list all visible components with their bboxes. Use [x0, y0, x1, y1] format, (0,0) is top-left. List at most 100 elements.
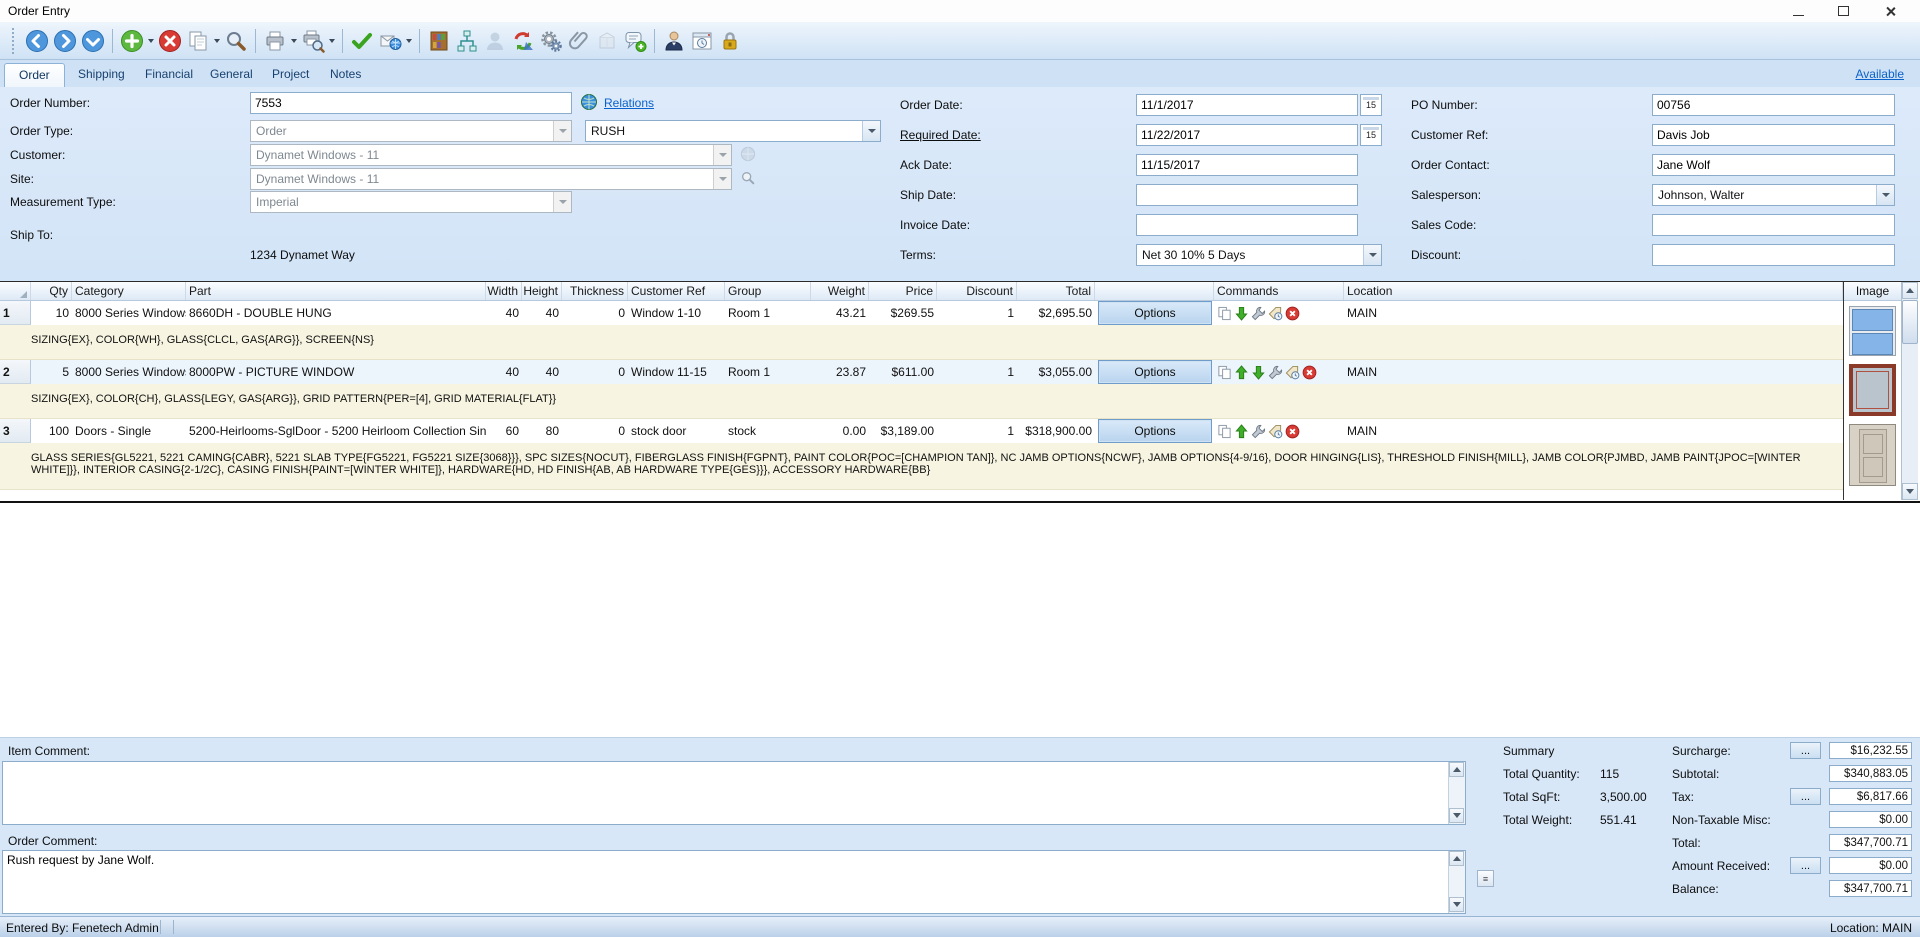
ack-date-input[interactable]	[1136, 154, 1358, 176]
options-button[interactable]: Options	[1098, 301, 1212, 325]
copy-button[interactable]	[184, 27, 212, 55]
scroll-up-button[interactable]	[1449, 762, 1464, 777]
search-button[interactable]	[222, 27, 250, 55]
add-item-button[interactable]	[118, 27, 146, 55]
tab-shipping[interactable]: Shipping	[64, 63, 139, 86]
print-button[interactable]	[261, 27, 289, 55]
row-number[interactable]: 2	[0, 360, 31, 384]
order-date-calendar-button[interactable]: 15	[1360, 94, 1382, 116]
nav-down-button[interactable]	[79, 27, 107, 55]
table-row[interactable]: 3 100 Doors - Single 5200-Heirlooms-SglD…	[0, 419, 1843, 443]
send-email-dropdown[interactable]	[404, 27, 414, 55]
tax-ellipsis-button[interactable]: ...	[1790, 788, 1821, 805]
nav-back-button[interactable]	[23, 27, 51, 55]
requote-icon[interactable]	[1268, 424, 1283, 439]
order-comment-scrollbar[interactable]	[1448, 851, 1465, 913]
col-header-width[interactable]: Width	[486, 282, 522, 300]
col-header-group[interactable]: Group	[725, 282, 811, 300]
relations-tree-button[interactable]	[453, 27, 481, 55]
order-comment-textarea[interactable]: Rush request by Jane Wolf.	[2, 850, 1466, 914]
table-row[interactable]: 2 5 8000 Series Windows 8000PW - PICTURE…	[0, 360, 1843, 384]
customer-ref-input[interactable]	[1652, 124, 1895, 146]
move-down-icon[interactable]	[1234, 306, 1249, 321]
col-header-weight[interactable]: Weight	[811, 282, 869, 300]
delete-item-icon[interactable]	[1285, 306, 1300, 321]
site-search-icon[interactable]	[740, 170, 756, 186]
delete-item-icon[interactable]	[1302, 365, 1317, 380]
item-comment-scrollbar[interactable]	[1448, 762, 1465, 824]
order-number-input[interactable]	[250, 92, 572, 114]
ship-date-input[interactable]	[1136, 184, 1358, 206]
required-date-input[interactable]	[1136, 124, 1358, 146]
close-button[interactable]	[1870, 2, 1910, 20]
copy-item-icon[interactable]	[1217, 424, 1232, 439]
tab-order[interactable]: Order	[4, 63, 65, 88]
cancel-button[interactable]	[156, 27, 184, 55]
requote-icon[interactable]	[1268, 306, 1283, 321]
copy-item-icon[interactable]	[1217, 306, 1232, 321]
tab-general[interactable]: General	[196, 63, 267, 86]
toolbar-grip[interactable]	[12, 28, 17, 54]
add-item-dropdown[interactable]	[146, 27, 156, 55]
col-header-commands[interactable]: Commands	[1214, 282, 1344, 300]
dropdown-arrow-icon[interactable]	[1363, 245, 1381, 265]
print-dropdown[interactable]	[289, 27, 299, 55]
options-button[interactable]: Options	[1098, 360, 1212, 384]
copy-item-icon[interactable]	[1217, 365, 1232, 380]
available-link[interactable]: Available	[1856, 67, 1904, 81]
col-header-height[interactable]: Height	[522, 282, 562, 300]
minimize-button[interactable]	[1778, 2, 1818, 20]
col-header-customer-ref[interactable]: Customer Ref	[628, 282, 725, 300]
grid-vertical-scrollbar[interactable]	[1901, 282, 1918, 500]
required-date-calendar-button[interactable]: 15	[1360, 124, 1382, 146]
discount-input[interactable]	[1652, 244, 1895, 266]
edit-options-wrench-icon[interactable]	[1251, 306, 1266, 321]
col-header-location[interactable]: Location	[1344, 282, 1843, 300]
sales-code-input[interactable]	[1652, 214, 1895, 236]
required-date-link[interactable]: Required Date:	[900, 128, 981, 142]
scroll-down-button[interactable]	[1449, 897, 1464, 912]
po-number-input[interactable]	[1652, 94, 1895, 116]
scroll-up-button[interactable]	[1449, 851, 1464, 866]
scroll-down-button[interactable]	[1902, 483, 1918, 500]
move-down-icon[interactable]	[1251, 365, 1266, 380]
rush-select[interactable]: RUSH	[585, 120, 881, 142]
scrollbar-thumb[interactable]	[1902, 300, 1918, 344]
amount-received-ellipsis-button[interactable]: ...	[1790, 857, 1821, 874]
row-selector-header[interactable]	[0, 282, 31, 300]
delete-item-icon[interactable]	[1285, 424, 1300, 439]
col-header-thickness[interactable]: Thickness	[562, 282, 628, 300]
scroll-down-button[interactable]	[1449, 808, 1464, 823]
table-row[interactable]: 1 10 8000 Series Windows 8660DH - DOUBLE…	[0, 301, 1843, 325]
move-up-icon[interactable]	[1234, 365, 1249, 380]
dropdown-arrow-icon[interactable]	[862, 121, 880, 141]
col-header-discount[interactable]: Discount	[937, 282, 1017, 300]
invoice-date-input[interactable]	[1136, 214, 1358, 236]
scroll-up-button[interactable]	[1902, 282, 1918, 299]
send-email-button[interactable]	[376, 27, 404, 55]
comment-expand-button[interactable]: ≡	[1477, 870, 1494, 887]
col-header-price[interactable]: Price	[869, 282, 937, 300]
col-header-total[interactable]: Total	[1017, 282, 1095, 300]
copy-dropdown[interactable]	[212, 27, 222, 55]
order-contact-input[interactable]	[1652, 154, 1895, 176]
user-button[interactable]	[481, 27, 509, 55]
edit-options-wrench-icon[interactable]	[1268, 365, 1283, 380]
col-header-part[interactable]: Part	[186, 282, 486, 300]
print-preview-button[interactable]	[299, 27, 327, 55]
col-header-qty[interactable]: Qty	[31, 282, 72, 300]
move-up-icon[interactable]	[1234, 424, 1249, 439]
scheduler-button[interactable]	[688, 27, 716, 55]
nav-forward-button[interactable]	[51, 27, 79, 55]
catalog-button[interactable]	[425, 27, 453, 55]
refresh-button[interactable]	[509, 27, 537, 55]
requote-icon[interactable]	[1285, 365, 1300, 380]
print-preview-dropdown[interactable]	[327, 27, 337, 55]
terms-select[interactable]: Net 30 10% 5 Days	[1136, 244, 1382, 266]
dropdown-arrow-icon[interactable]	[1876, 185, 1894, 205]
item-image-picture-window[interactable]	[1849, 364, 1896, 416]
customer-button[interactable]	[660, 27, 688, 55]
attachments-button[interactable]	[565, 27, 593, 55]
tab-project[interactable]: Project	[258, 63, 323, 86]
edit-options-wrench-icon[interactable]	[1251, 424, 1266, 439]
